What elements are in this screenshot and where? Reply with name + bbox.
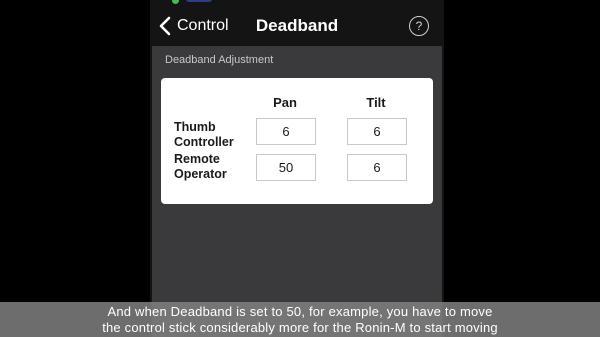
- row-label-thumb-controller: Thumb Controller: [174, 120, 234, 150]
- question-circle-icon[interactable]: ?: [409, 16, 429, 36]
- row-label-line: Remote: [174, 152, 220, 166]
- subtitle-line-1: And when Deadband is set to 50, for exam…: [107, 304, 493, 319]
- section-header: Deadband Adjustment: [165, 54, 274, 66]
- subtitle-line-2: the control stick considerably more for …: [102, 320, 498, 335]
- navigation-bar: Control Deadband ?: [150, 8, 444, 44]
- subtitle-band: And when Deadband is set to 50, for exam…: [0, 302, 600, 337]
- settings-panel: Deadband Adjustment Pan Tilt Thumb Contr…: [152, 46, 442, 337]
- video-frame: Control Deadband ? Deadband Adjustment P…: [0, 0, 600, 337]
- status-bar-fragment: [186, 0, 212, 2]
- page-title: Deadband: [255, 16, 339, 35]
- row-label-line: Controller: [174, 135, 234, 149]
- thumb-controller-tilt-field[interactable]: 6: [347, 118, 407, 145]
- column-header-pan: Pan: [273, 95, 297, 110]
- row-label-line: Thumb: [174, 120, 216, 134]
- deadband-card: Pan Tilt Thumb Controller 6 6 Remote Ope…: [161, 78, 433, 204]
- remote-operator-pan-field[interactable]: 50: [256, 154, 316, 181]
- thumb-controller-pan-field[interactable]: 6: [256, 118, 316, 145]
- remote-operator-tilt-field[interactable]: 6: [347, 154, 407, 181]
- row-label-line: Operator: [174, 167, 227, 181]
- row-label-remote-operator: Remote Operator: [174, 152, 227, 182]
- column-header-tilt: Tilt: [366, 95, 386, 110]
